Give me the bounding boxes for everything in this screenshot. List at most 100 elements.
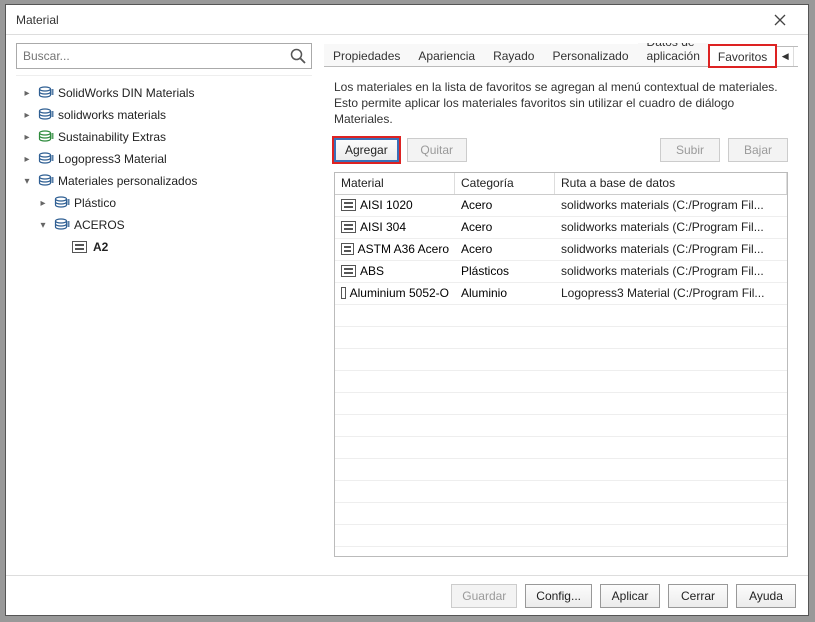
table-row-empty	[335, 415, 787, 437]
table-row[interactable]: AISI 304Acerosolidworks materials (C:/Pr…	[335, 217, 787, 239]
table-row[interactable]: ABS Plásticossolidworks materials (C:/Pro…	[335, 261, 787, 283]
apply-button[interactable]: Aplicar	[600, 584, 660, 608]
table-row[interactable]: ASTM A36 Acero Acerosolidworks materials …	[335, 239, 787, 261]
config-button[interactable]: Config...	[525, 584, 592, 608]
window-title: Material	[16, 13, 59, 27]
tree-item[interactable]: ▾ Materiales personalizados	[18, 170, 310, 192]
table-row-empty	[335, 437, 787, 459]
material-icon	[72, 241, 87, 253]
database-icon	[54, 218, 70, 232]
chevron-right-icon[interactable]: ▸	[20, 130, 34, 144]
cell-material: AISI 1020	[335, 198, 455, 212]
col-path[interactable]: Ruta a base de datos	[555, 173, 787, 194]
cell-path: solidworks materials (C:/Program Fil...	[555, 220, 787, 234]
close-icon	[774, 14, 786, 26]
close-button[interactable]	[760, 6, 800, 34]
titlebar: Material	[6, 5, 808, 35]
favorites-actions: Agregar Quitar Subir Bajar	[324, 138, 798, 172]
material-icon	[341, 265, 356, 277]
search-input[interactable]	[17, 44, 311, 68]
tree-item[interactable]: ▸ SolidWorks DIN Materials	[18, 82, 310, 104]
table-row[interactable]: AISI 1020Acerosolidworks materials (C:/P…	[335, 195, 787, 217]
material-icon	[341, 243, 354, 255]
database-icon	[38, 86, 54, 100]
table-header: Material Categoría Ruta a base de datos	[335, 173, 787, 195]
move-down-button[interactable]: Bajar	[728, 138, 788, 162]
favorites-desc-line2: Esto permite aplicar los materiales favo…	[334, 96, 734, 126]
cell-category: Plásticos	[455, 264, 555, 278]
cell-category: Acero	[455, 198, 555, 212]
search-icon	[289, 47, 307, 65]
tab-personalizado[interactable]: Personalizado	[543, 44, 637, 66]
cell-path: Logopress3 Material (C:/Program Fil...	[555, 286, 787, 300]
table-row-empty	[335, 503, 787, 525]
tab-scroll: ◀ ▶	[776, 46, 798, 66]
material-icon	[341, 199, 356, 211]
tree-item[interactable]: ▾ ACEROS	[18, 214, 310, 236]
chevron-down-icon[interactable]: ▾	[36, 218, 50, 232]
tree-item-label: solidworks materials	[58, 108, 166, 122]
favorites-description: Los materiales en la lista de favoritos …	[324, 67, 798, 138]
cell-material: ABS	[335, 264, 455, 278]
tab-rayado[interactable]: Rayado	[484, 44, 543, 66]
tab-scroll-left[interactable]: ◀	[777, 47, 793, 66]
remove-button[interactable]: Quitar	[407, 138, 467, 162]
chevron-right-icon[interactable]: ▸	[20, 152, 34, 166]
tree-item-label: SolidWorks DIN Materials	[58, 86, 194, 100]
cell-material-text: Aluminium 5052-O	[350, 286, 449, 300]
table-row-empty	[335, 393, 787, 415]
material-tree[interactable]: ▸ SolidWorks DIN Materials▸ solidworks m…	[16, 75, 312, 567]
table-row-empty	[335, 481, 787, 503]
save-button[interactable]: Guardar	[451, 584, 517, 608]
tree-item[interactable]: ▸A2	[18, 236, 310, 258]
tree-item-label: Materiales personalizados	[58, 174, 197, 188]
tab-apariencia[interactable]: Apariencia	[409, 44, 484, 66]
tree-item-label: ACEROS	[74, 218, 125, 232]
table-row-empty	[335, 547, 787, 556]
left-panel: ▸ SolidWorks DIN Materials▸ solidworks m…	[16, 43, 312, 567]
tab-propiedades[interactable]: Propiedades	[324, 44, 409, 66]
table-row-empty	[335, 525, 787, 547]
add-button[interactable]: Agregar	[334, 138, 399, 162]
tree-item[interactable]: ▸ Plástico	[18, 192, 310, 214]
cell-material-text: ASTM A36 Acero	[358, 242, 449, 256]
table-row[interactable]: Aluminium 5052-O AluminioLogopress3 Mater…	[335, 283, 787, 305]
cell-material: ASTM A36 Acero	[335, 242, 455, 256]
right-panel: PropiedadesAparienciaRayadoPersonalizado…	[324, 43, 798, 567]
tabstrip: PropiedadesAparienciaRayadoPersonalizado…	[324, 43, 798, 67]
table-row-empty	[335, 371, 787, 393]
cell-material-text: ABS	[360, 264, 384, 278]
tree-item-label: Sustainability Extras	[58, 130, 166, 144]
cell-material-text: AISI 304	[360, 220, 406, 234]
search-box[interactable]	[16, 43, 312, 69]
cell-material: Aluminium 5052-O	[335, 286, 455, 300]
table-body[interactable]: AISI 1020Acerosolidworks materials (C:/P…	[335, 195, 787, 556]
cell-path: solidworks materials (C:/Program Fil...	[555, 242, 787, 256]
database-icon	[38, 174, 54, 188]
chevron-right-icon[interactable]: ▸	[20, 108, 34, 122]
tree-item[interactable]: ▸ solidworks materials	[18, 104, 310, 126]
move-up-button[interactable]: Subir	[660, 138, 720, 162]
database-icon	[38, 152, 54, 166]
tab-datos-de-aplicación[interactable]: Datos de aplicación	[638, 43, 709, 66]
favorites-table: Material Categoría Ruta a base de datos …	[334, 172, 788, 557]
close-dialog-button[interactable]: Cerrar	[668, 584, 728, 608]
chevron-right-icon[interactable]: ▸	[36, 196, 50, 210]
favorites-desc-line1: Los materiales en la lista de favoritos …	[334, 80, 778, 94]
cell-path: solidworks materials (C:/Program Fil...	[555, 264, 787, 278]
chevron-right-icon[interactable]: ▸	[20, 86, 34, 100]
tree-item[interactable]: ▸ Logopress3 Material	[18, 148, 310, 170]
help-button[interactable]: Ayuda	[736, 584, 796, 608]
tab-favoritos[interactable]: Favoritos	[709, 45, 776, 67]
cell-category: Acero	[455, 242, 555, 256]
cell-category: Aluminio	[455, 286, 555, 300]
table-row-empty	[335, 349, 787, 371]
chevron-down-icon[interactable]: ▾	[20, 174, 34, 188]
database-icon	[38, 130, 54, 144]
cell-path: solidworks materials (C:/Program Fil...	[555, 198, 787, 212]
material-dialog: Material ▸ SolidWorks DIN Materials▸ sol…	[5, 4, 809, 616]
col-material[interactable]: Material	[335, 173, 455, 194]
tree-item[interactable]: ▸ Sustainability Extras	[18, 126, 310, 148]
tab-scroll-right[interactable]: ▶	[793, 47, 798, 66]
col-category[interactable]: Categoría	[455, 173, 555, 194]
